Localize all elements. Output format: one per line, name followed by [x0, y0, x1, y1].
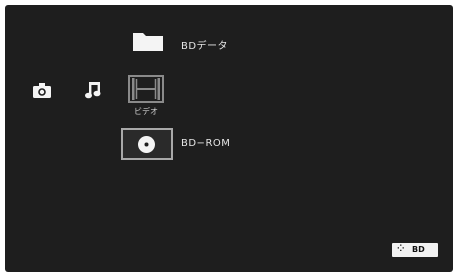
bd-rom-selection[interactable]	[121, 128, 173, 160]
music-note-icon[interactable]	[84, 80, 102, 100]
folder-icon[interactable]	[132, 30, 164, 52]
bd-badge: ⁘ BD	[392, 243, 438, 257]
xmb-screen: BDデータ ビデオ BD−ROM ⁘ BD	[5, 5, 453, 272]
disc-icon	[138, 136, 155, 153]
bd-data-label: BDデータ	[181, 41, 229, 52]
bd-logo-icon: ⁘	[397, 244, 405, 254]
film-icon[interactable]	[128, 75, 164, 103]
bd-rom-label: BD−ROM	[181, 138, 231, 149]
bd-badge-text: BD	[412, 245, 425, 254]
video-label: ビデオ	[134, 107, 158, 116]
camera-icon[interactable]	[32, 82, 52, 99]
